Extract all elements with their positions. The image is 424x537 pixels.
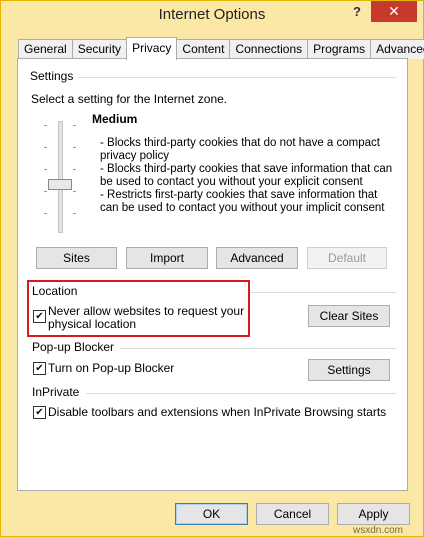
slider-thumb[interactable] xyxy=(48,179,72,190)
apply-button[interactable]: Apply xyxy=(337,503,410,525)
checkmark-icon: ✔ xyxy=(35,311,44,322)
level-description-line: - Blocks third-party cookies that save i… xyxy=(100,163,393,175)
slider-tick xyxy=(73,213,76,214)
checkmark-icon: ✔ xyxy=(35,407,44,418)
inprivate-group-label: InPrivate xyxy=(32,385,80,399)
slider-tick xyxy=(44,213,47,214)
import-button[interactable]: Import xyxy=(126,247,208,269)
privacy-level-name: Medium xyxy=(92,112,138,126)
slider-tick xyxy=(44,147,47,148)
popup-blocker-checkbox[interactable]: ✔ xyxy=(33,362,46,375)
popup-blocker-label: Turn on Pop-up Blocker xyxy=(48,361,175,375)
location-checkbox-label-line2: physical location xyxy=(48,317,137,331)
inprivate-checkbox[interactable]: ✔ xyxy=(33,406,46,419)
ok-button[interactable]: OK xyxy=(175,503,248,525)
internet-options-window: Internet Options ? ✕ General Security Pr… xyxy=(0,0,424,537)
tab-security[interactable]: Security xyxy=(71,39,128,59)
level-description-line: can be used to contact you without your … xyxy=(100,202,385,214)
slider-tick xyxy=(44,169,47,170)
sites-button[interactable]: Sites xyxy=(36,247,117,269)
settings-separator xyxy=(78,77,396,78)
inprivate-separator xyxy=(86,393,396,394)
slider-tick xyxy=(73,191,76,192)
level-description-line: privacy policy xyxy=(100,150,170,162)
level-description-line: be used to contact you without your expl… xyxy=(100,176,363,188)
slider-tick xyxy=(73,169,76,170)
slider-tick xyxy=(44,125,47,126)
watermark: wsxdn.com xyxy=(353,525,404,536)
cancel-button[interactable]: Cancel xyxy=(256,503,329,525)
advanced-button[interactable]: Advanced xyxy=(216,247,298,269)
help-button[interactable]: ? xyxy=(343,1,371,23)
tab-advanced[interactable]: Advanced xyxy=(370,39,424,59)
close-icon: ✕ xyxy=(388,3,400,19)
popup-settings-button[interactable]: Settings xyxy=(308,359,390,381)
settings-group-label: Settings xyxy=(30,69,74,83)
close-button[interactable]: ✕ xyxy=(371,1,417,22)
tab-strip: General Security Privacy Content Connect… xyxy=(18,37,424,60)
tab-content[interactable]: Content xyxy=(176,39,231,59)
default-button[interactable]: Default xyxy=(307,247,387,269)
slider-tick xyxy=(73,125,76,126)
popup-group-label: Pop-up Blocker xyxy=(32,340,115,354)
slider-tick xyxy=(44,191,47,192)
location-separator xyxy=(250,292,396,293)
tab-general[interactable]: General xyxy=(18,39,73,59)
privacy-level-slider[interactable] xyxy=(42,121,78,233)
tab-connections[interactable]: Connections xyxy=(229,39,309,59)
popup-separator xyxy=(120,348,396,349)
checkmark-icon: ✔ xyxy=(35,363,44,374)
tab-programs[interactable]: Programs xyxy=(307,39,372,59)
privacy-panel: Settings Select a setting for the Intern… xyxy=(17,58,408,491)
level-description-line: - Restricts first-party cookies that sav… xyxy=(100,189,378,201)
location-checkbox[interactable]: ✔ xyxy=(33,310,46,323)
inprivate-label: Disable toolbars and extensions when InP… xyxy=(48,405,387,419)
settings-prompt: Select a setting for the Internet zone. xyxy=(31,92,228,106)
clear-sites-button[interactable]: Clear Sites xyxy=(308,305,390,327)
level-description-line: - Blocks third-party cookies that do not… xyxy=(100,137,380,149)
slider-track xyxy=(58,121,63,233)
location-group-label: Location xyxy=(32,284,78,298)
tab-privacy[interactable]: Privacy xyxy=(126,37,178,60)
slider-tick xyxy=(73,147,76,148)
